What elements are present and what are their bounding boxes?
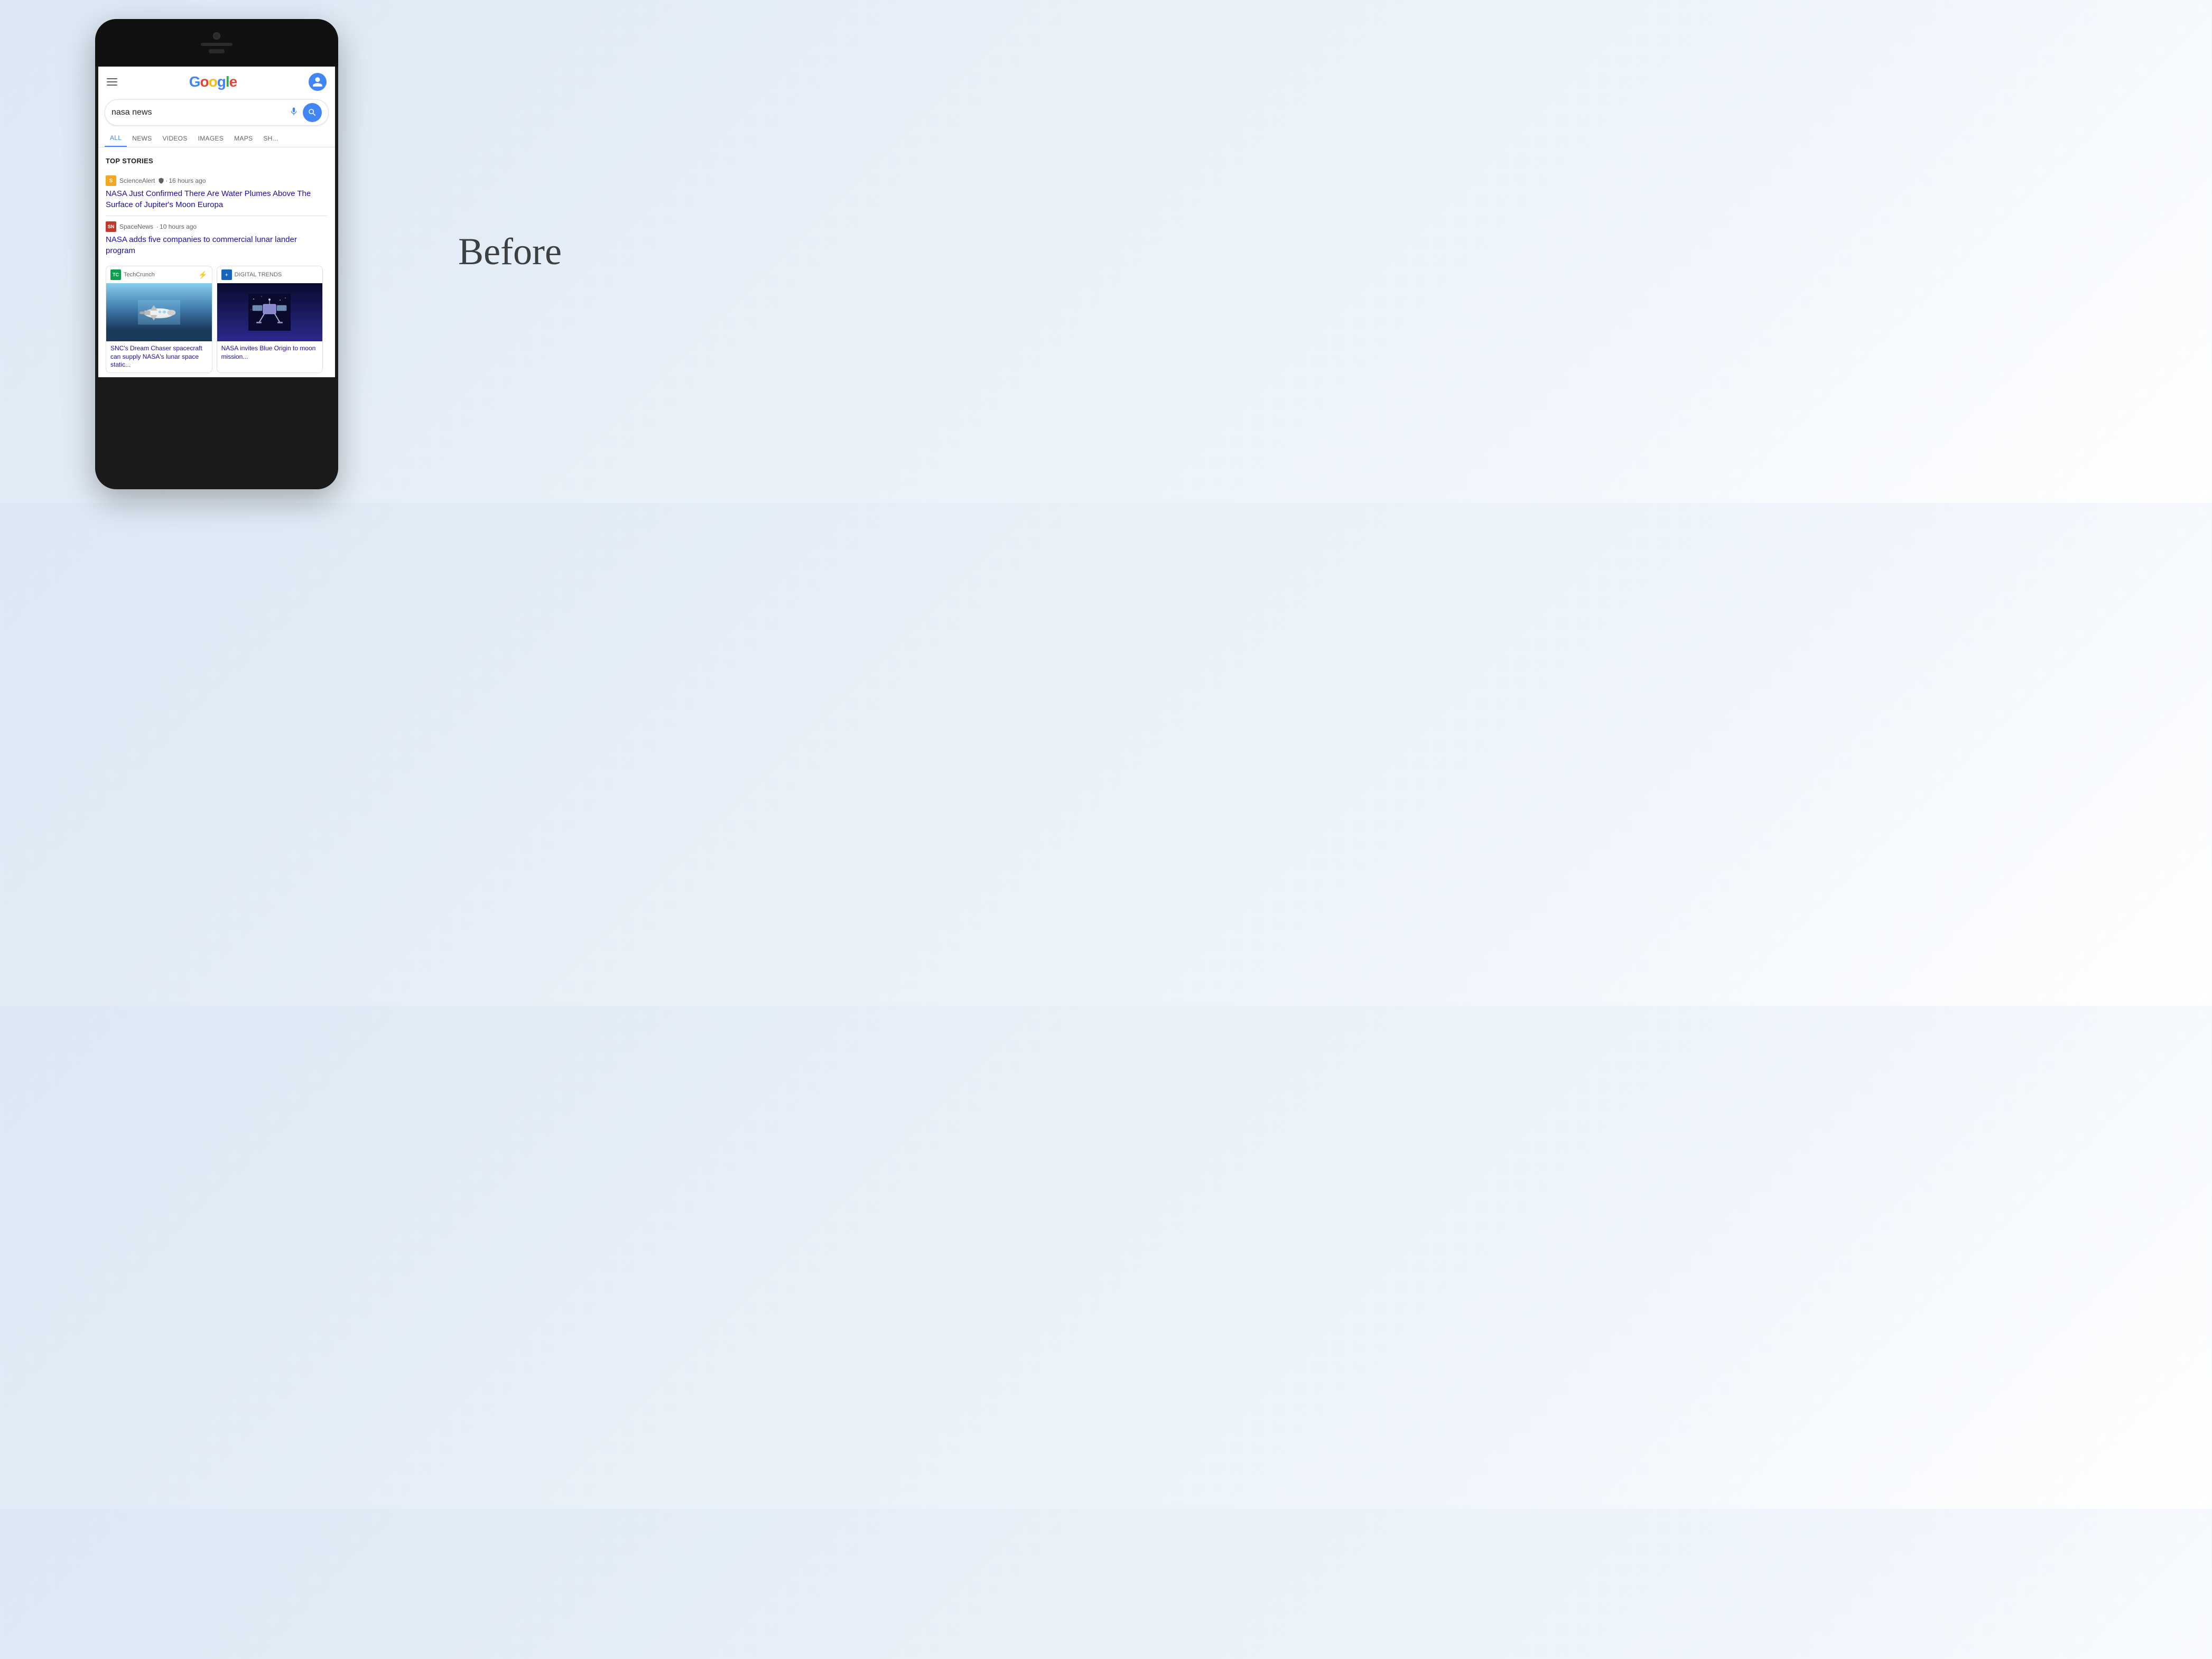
search-button[interactable] — [303, 103, 322, 122]
news-source-row-2: SN SpaceNews · 10 hours ago — [106, 221, 328, 232]
card-source-name-1: TechCrunch — [124, 272, 155, 278]
card-source-info-2: + DIGITAL TRENDS — [221, 269, 282, 280]
lander-illustration — [248, 294, 291, 331]
card-row: TC TechCrunch ⚡ — [98, 262, 335, 377]
search-bar[interactable]: nasa news — [105, 99, 329, 126]
microphone-icon[interactable] — [289, 107, 299, 119]
phone-mockup: Google nasa news — [95, 19, 338, 489]
source-name-1: ScienceAlert — [119, 177, 155, 184]
news-source-row-1: S ScienceAlert · 16 hours ago — [106, 175, 328, 186]
hamburger-menu-button[interactable] — [107, 78, 117, 86]
spaceship-illustration — [138, 299, 180, 325]
tab-all[interactable]: ALL — [105, 130, 127, 147]
tab-more[interactable]: SH... — [258, 131, 283, 146]
card-title-2[interactable]: NASA invites Blue Origin to moon mission… — [217, 341, 323, 364]
top-stories-section: TOP STORIES S ScienceAlert · 16 hours ag… — [98, 152, 335, 262]
page-container: Google nasa news — [0, 0, 671, 503]
news-title-2[interactable]: NASA adds five companies to commercial l… — [106, 234, 328, 256]
card-source-name-2: DIGITAL TRENDS — [235, 272, 282, 278]
top-stories-title: TOP STORIES — [106, 157, 328, 165]
phone-camera — [213, 32, 220, 40]
phone-top-bar — [95, 19, 338, 67]
news-title-1[interactable]: NASA Just Confirmed There Are Water Plum… — [106, 188, 328, 210]
tab-videos[interactable]: VIDEOS — [157, 131, 192, 146]
news-item-2[interactable]: SN SpaceNews · 10 hours ago NASA adds fi… — [106, 216, 328, 262]
tab-maps[interactable]: MAPS — [229, 131, 258, 146]
search-icon — [308, 108, 317, 117]
card-header-1: TC TechCrunch ⚡ — [106, 266, 212, 283]
source-time-1: · 16 hours ago — [158, 177, 206, 184]
spacenews-logo: SN — [106, 221, 116, 232]
phone-speaker — [201, 43, 233, 46]
news-card-1[interactable]: TC TechCrunch ⚡ — [106, 266, 212, 373]
card-image-2 — [217, 283, 323, 341]
before-text: Before — [458, 230, 562, 274]
card-title-1[interactable]: SNC's Dream Chaser spacecraft can supply… — [106, 341, 212, 372]
card-menu-icon-1[interactable]: ⚡ — [198, 271, 207, 279]
card-header-2: + DIGITAL TRENDS — [217, 266, 323, 283]
card-image-1 — [106, 283, 212, 341]
phone-sensor — [209, 49, 225, 53]
techcrunch-logo: TC — [110, 269, 121, 280]
tab-news[interactable]: NEWS — [127, 131, 157, 146]
phone-screen: Google nasa news — [98, 67, 335, 377]
digitaltrends-logo: + — [221, 269, 232, 280]
tab-images[interactable]: IMAGES — [193, 131, 229, 146]
google-header: Google — [98, 67, 335, 97]
source-name-2: SpaceNews — [119, 223, 153, 230]
source-time-2: · 10 hours ago — [156, 223, 197, 230]
verified-icon-1 — [158, 178, 164, 184]
news-card-2[interactable]: + DIGITAL TRENDS — [217, 266, 323, 373]
google-logo: Google — [189, 73, 237, 90]
tab-bar: ALL NEWS VIDEOS IMAGES MAPS SH... — [98, 130, 335, 147]
before-label-container: Before — [370, 230, 650, 274]
sciencealert-logo: S — [106, 175, 116, 186]
search-input[interactable]: nasa news — [111, 108, 289, 117]
account-icon — [312, 76, 323, 88]
profile-button[interactable] — [309, 73, 327, 91]
card-source-info-1: TC TechCrunch — [110, 269, 155, 280]
news-item-1[interactable]: S ScienceAlert · 16 hours ago NASA Just … — [106, 170, 328, 216]
